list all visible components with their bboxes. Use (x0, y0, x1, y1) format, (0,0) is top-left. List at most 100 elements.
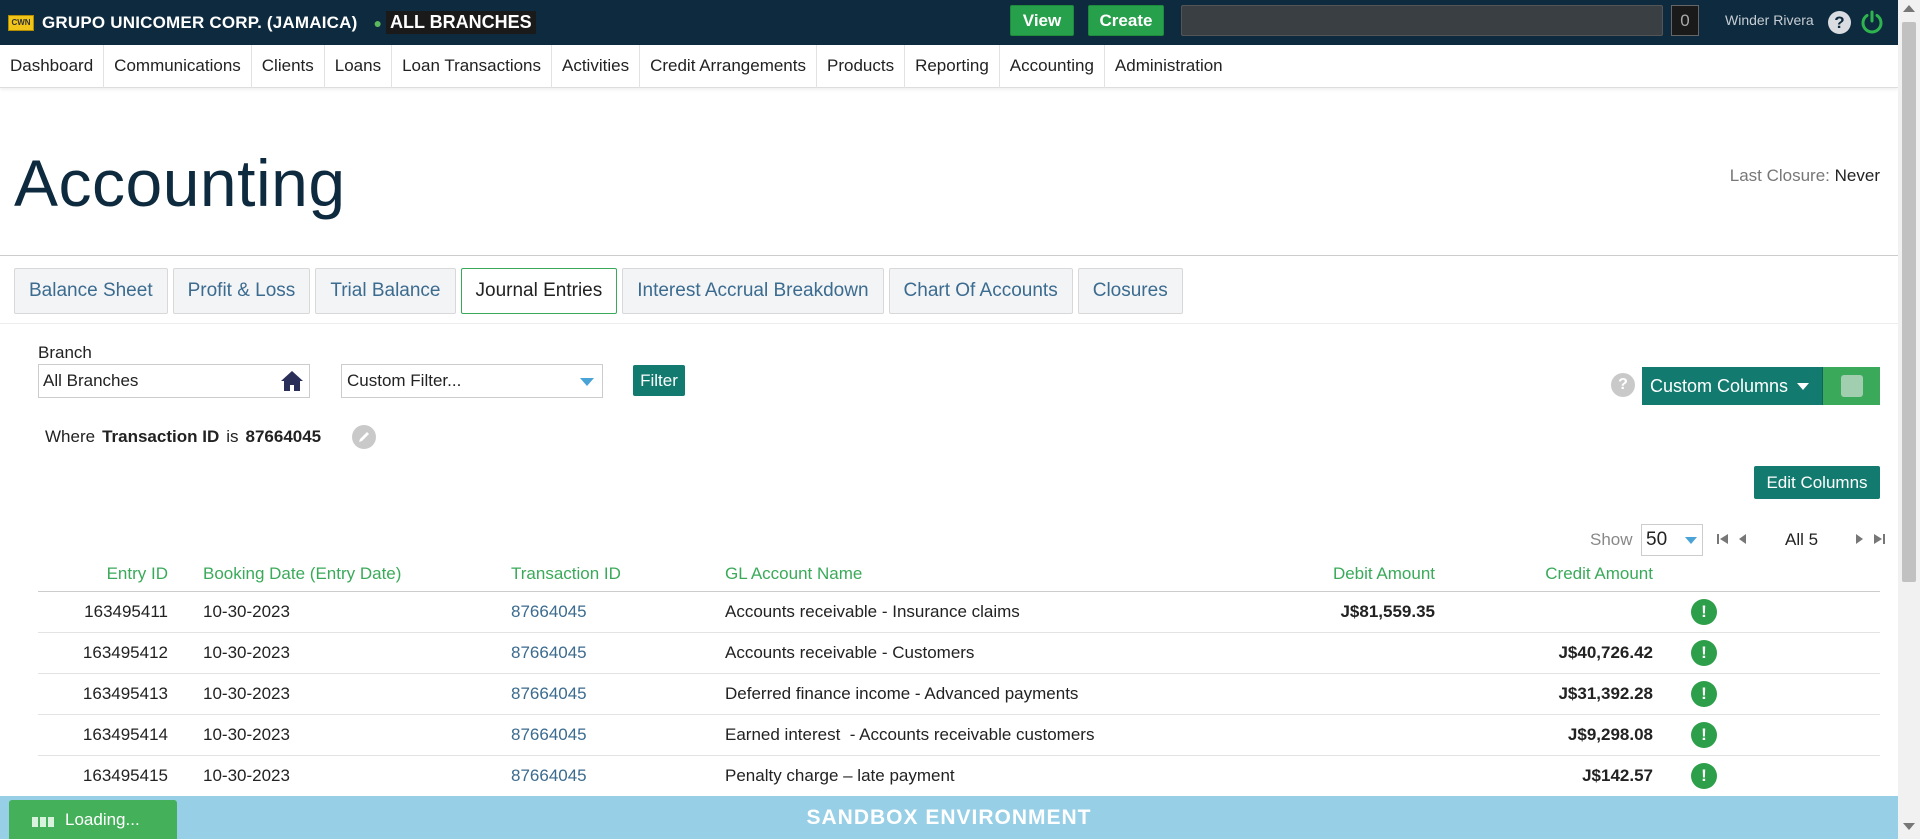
status-dot-icon: ● (373, 14, 382, 31)
excel-icon (1840, 375, 1863, 397)
filter-button[interactable]: Filter (633, 365, 685, 396)
first-page-icon[interactable] (1716, 532, 1730, 546)
where-label: Where (45, 427, 96, 446)
loading-bars-icon (32, 817, 56, 827)
custom-columns-button[interactable]: Custom Columns (1642, 367, 1880, 405)
create-button[interactable]: Create (1088, 5, 1164, 36)
caret-down-icon (1797, 382, 1810, 390)
gl-account-name: Penalty charge – late payment (725, 766, 955, 785)
tab-balance-sheet[interactable]: Balance Sheet (14, 268, 168, 314)
pager-summary: All 5 (1785, 530, 1819, 549)
custom-filter-select[interactable]: Custom Filter... (341, 364, 603, 398)
nav-dashboard[interactable]: Dashboard (0, 44, 105, 88)
last-page-icon[interactable] (1872, 532, 1886, 546)
status-cell: ! (1653, 681, 1723, 707)
table-row: 163495413 10-30-2023 87664045 Deferred f… (38, 674, 1880, 715)
journal-entries-table: Entry ID Booking Date (Entry Date) Trans… (38, 557, 1880, 797)
booking-date: 10-30-2023 (203, 602, 290, 621)
branch-badge[interactable]: ALL BRANCHES (385, 11, 536, 34)
transaction-id-link[interactable]: 87664045 (511, 643, 725, 663)
header-divider (0, 255, 1898, 256)
gl-account-name: Earned interest - Accounts receivable cu… (725, 725, 1095, 744)
table-row: 163495414 10-30-2023 87664045 Earned int… (38, 715, 1880, 756)
tabs-divider (0, 323, 1898, 324)
col-booking-date[interactable]: Booking Date (Entry Date) (168, 564, 511, 584)
nav-activities[interactable]: Activities (552, 44, 641, 88)
alert-icon[interactable]: ! (1691, 681, 1717, 707)
alert-icon[interactable]: ! (1691, 599, 1717, 625)
scroll-thumb[interactable] (1902, 22, 1916, 582)
nav-reporting[interactable]: Reporting (905, 44, 1000, 88)
main-nav: Dashboard Communications Clients Loans L… (0, 44, 1898, 88)
nav-loans[interactable]: Loans (325, 44, 393, 88)
status-cell: ! (1653, 640, 1723, 666)
nav-administration[interactable]: Administration (1105, 45, 1233, 88)
table-row: 163495412 10-30-2023 87664045 Accounts r… (38, 633, 1880, 674)
global-search-input[interactable] (1181, 5, 1663, 36)
branch-select[interactable]: All Branches (38, 364, 310, 398)
filter-field: Transaction ID (102, 427, 220, 446)
gl-account-name: Deferred finance income - Advanced payme… (725, 684, 1079, 703)
custom-columns-label: Custom Columns (1650, 375, 1789, 396)
edit-pencil-icon[interactable] (352, 425, 377, 449)
help-icon[interactable]: ? (1828, 11, 1851, 34)
custom-columns-dropdown[interactable]: Custom Columns (1642, 376, 1822, 397)
nav-accounting[interactable]: Accounting (1000, 44, 1105, 88)
transaction-id-link[interactable]: 87664045 (511, 684, 725, 704)
transaction-id-link[interactable]: 87664045 (511, 602, 725, 622)
edit-columns-button[interactable]: Edit Columns (1754, 466, 1880, 499)
status-cell: ! (1653, 722, 1723, 748)
user-name[interactable]: Winder Rivera (1725, 12, 1814, 28)
col-debit-amount[interactable]: Debit Amount (1225, 564, 1435, 584)
alert-icon[interactable]: ! (1691, 640, 1717, 666)
power-icon[interactable] (1860, 10, 1884, 34)
view-button[interactable]: View (1010, 5, 1074, 36)
tab-trial-balance[interactable]: Trial Balance (315, 268, 456, 314)
nav-communications[interactable]: Communications (104, 44, 252, 88)
booking-date: 10-30-2023 (203, 766, 290, 785)
transaction-id-link[interactable]: 87664045 (511, 766, 725, 786)
sandbox-banner: SANDBOX ENVIRONMENT (0, 796, 1898, 839)
filter-criteria: Where Transaction ID is 87664045 (45, 425, 377, 449)
col-credit-amount[interactable]: Credit Amount (1435, 564, 1653, 584)
page-size-value: 50 (1646, 529, 1668, 550)
nav-loan-transactions[interactable]: Loan Transactions (392, 44, 552, 88)
tab-profit-loss[interactable]: Profit & Loss (172, 268, 311, 314)
credit-amount: J$142.57 (1582, 766, 1653, 785)
alert-icon[interactable]: ! (1691, 722, 1717, 748)
tab-journal-entries[interactable]: Journal Entries (460, 268, 618, 314)
scroll-up-icon[interactable] (1903, 5, 1915, 12)
booking-date: 10-30-2023 (203, 725, 290, 744)
company-logo: CWN (8, 14, 34, 31)
debit-amount: J$81,559.35 (1340, 602, 1435, 621)
home-icon[interactable] (280, 370, 304, 392)
scroll-down-icon[interactable] (1903, 823, 1915, 830)
nav-products[interactable]: Products (817, 44, 906, 88)
entry-id: 163495411 (84, 602, 168, 621)
filter-value: 87664045 (245, 427, 322, 446)
company-name: GRUPO UNICOMER CORP. (JAMAICA) (42, 12, 358, 32)
nav-credit-arrangements[interactable]: Credit Arrangements (640, 44, 817, 88)
tab-closures[interactable]: Closures (1077, 268, 1183, 314)
notification-count[interactable]: 0 (1671, 5, 1699, 36)
nav-clients[interactable]: Clients (252, 44, 325, 88)
col-transaction-id[interactable]: Transaction ID (511, 564, 725, 584)
tab-interest-accrual-breakdown[interactable]: Interest Accrual Breakdown (622, 268, 884, 314)
status-cell: ! (1653, 599, 1723, 625)
export-excel-button[interactable] (1822, 367, 1880, 405)
col-gl-account-name[interactable]: GL Account Name (725, 564, 1225, 584)
columns-help-icon[interactable]: ? (1611, 373, 1635, 397)
loading-label: Loading... (65, 809, 140, 829)
alert-icon[interactable]: ! (1691, 763, 1717, 789)
credit-amount: J$9,298.08 (1567, 725, 1653, 744)
tab-chart-of-accounts[interactable]: Chart Of Accounts (888, 268, 1073, 314)
page-size-select[interactable]: 50 (1641, 524, 1703, 556)
entry-id: 163495414 (82, 725, 168, 744)
col-entry-id[interactable]: Entry ID (38, 564, 168, 584)
accounting-tabs: Balance Sheet Profit & Loss Trial Balanc… (14, 268, 1188, 314)
last-closure-value: Never (1834, 166, 1880, 185)
next-page-icon[interactable] (1852, 532, 1866, 546)
prev-page-icon[interactable] (1736, 532, 1750, 546)
page-scrollbar[interactable] (1898, 0, 1920, 839)
transaction-id-link[interactable]: 87664045 (511, 725, 725, 745)
